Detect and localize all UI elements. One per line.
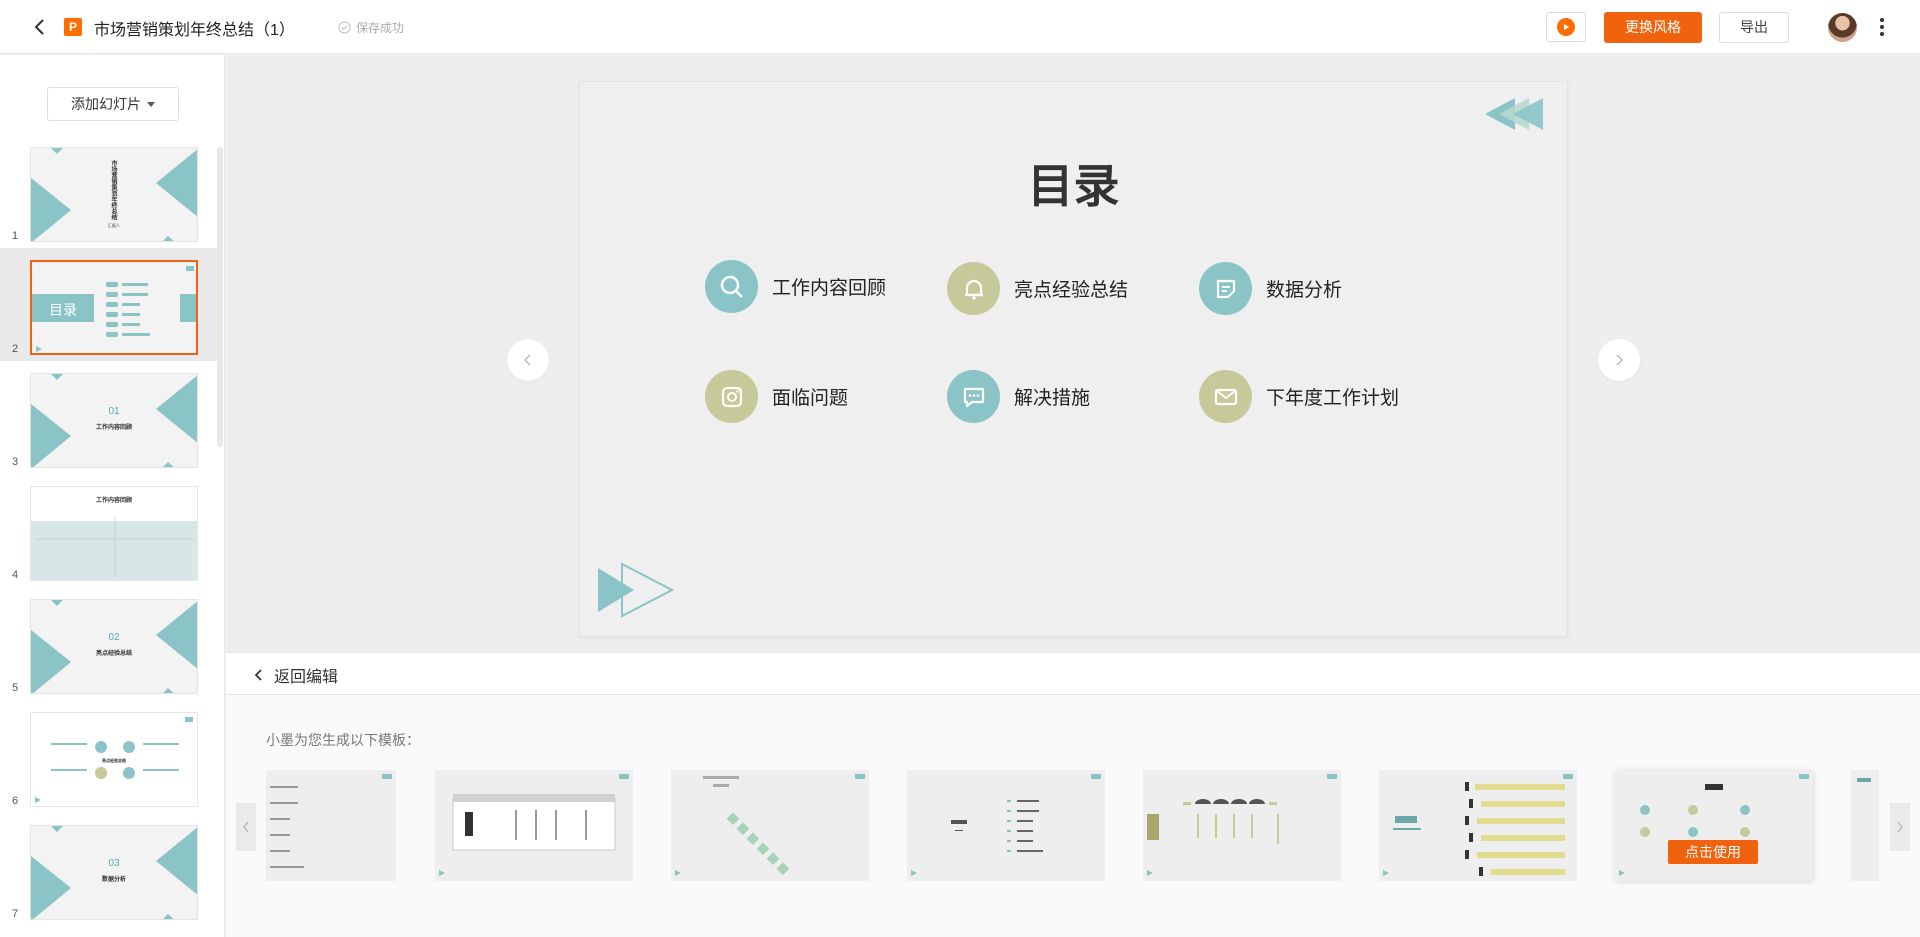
toc-item[interactable]: 亮点经验总结 — [947, 262, 1128, 315]
canvas-area: 目录 工作内容回顾 亮点经验总结 数据分析 面临问题 解决措施 下年度工作计划 — [226, 55, 1920, 652]
templates-next-button[interactable] — [1890, 803, 1910, 851]
mail-icon — [1199, 370, 1252, 423]
note-icon — [1199, 262, 1252, 315]
slide-thumb-row[interactable]: 02 亮点经验总结 5 — [0, 587, 217, 700]
add-slide-label: 添加幻灯片 — [71, 96, 141, 112]
toc-item[interactable]: 工作内容回顾 — [705, 260, 886, 313]
more-menu-icon[interactable] — [1874, 14, 1890, 40]
bell-icon — [947, 262, 1000, 315]
slide-thumb-sub: 亮点经验总结 — [102, 758, 126, 763]
top-bar: P 市场营销策划年终总结（1） 保存成功 更换风格 导出 — [0, 0, 1920, 54]
slide-number: 4 — [12, 569, 19, 581]
play-icon — [1557, 18, 1575, 36]
slide-thumbnail[interactable]: 市场营销策划年终总结 汇报人 — [30, 147, 198, 242]
search-icon — [705, 260, 758, 313]
toc-label: 解决措施 — [1014, 388, 1091, 409]
slide-title[interactable]: 目录 — [580, 150, 1567, 216]
slide-number: 5 — [12, 682, 19, 694]
template-thumbnail[interactable] — [266, 770, 396, 881]
toc-label: 面临问题 — [772, 388, 849, 409]
slide-thumb-sub: 工作内容回顾 — [95, 425, 132, 431]
template-panel: 返回编辑 小墨为您生成以下模板： 点击使用 — [226, 652, 1920, 937]
check-circle-icon — [338, 21, 351, 34]
chevron-right-icon — [1897, 821, 1903, 833]
toc-label: 工作内容回顾 — [772, 278, 887, 299]
avatar[interactable] — [1828, 13, 1857, 42]
next-slide-button[interactable] — [1598, 339, 1640, 381]
slide-thumb-row[interactable]: 01 工作内容回顾 3 — [0, 361, 217, 474]
slide-thumb-sub: 汇报人 — [108, 223, 120, 228]
caret-down-icon — [147, 101, 155, 107]
return-edit-label: 返回编辑 — [274, 669, 339, 686]
slide-thumb-row[interactable]: 03 数据分析 7 — [0, 813, 217, 926]
change-style-button[interactable]: 更换风格 — [1604, 12, 1702, 43]
toc-label: 亮点经验总结 — [1014, 280, 1129, 301]
toc-item[interactable]: 面临问题 — [705, 370, 848, 423]
toc-item[interactable]: 数据分析 — [1199, 262, 1342, 315]
generated-templates-label: 小墨为您生成以下模板： — [266, 732, 420, 748]
toc-item[interactable]: 解决措施 — [947, 370, 1090, 423]
slide-number: 6 — [12, 795, 19, 807]
slide-number: 2 — [12, 343, 19, 355]
sidebar-scrollbar[interactable] — [217, 147, 223, 447]
return-bar: 返回编辑 — [226, 653, 1920, 695]
slide-thumb-title: 03 — [108, 858, 120, 869]
slide-thumbnail[interactable]: 01 工作内容回顾 — [30, 373, 198, 468]
save-status: 保存成功 — [338, 19, 404, 36]
slide-thumb-title: 市场营销策划年终总结 — [110, 160, 116, 220]
toc-item[interactable]: 下年度工作计划 — [1199, 370, 1399, 423]
slide-thumb-title: 02 — [108, 632, 120, 643]
back-arrow-icon[interactable] — [28, 15, 52, 39]
app-logo: P — [64, 18, 82, 36]
prev-slide-button[interactable] — [507, 339, 549, 381]
template-thumbnail[interactable] — [1143, 770, 1341, 881]
add-slide-button[interactable]: 添加幻灯片 — [47, 87, 179, 121]
chevron-left-icon — [254, 669, 262, 681]
slide-thumb-sub: 数据分析 — [101, 877, 126, 883]
document-title[interactable]: 市场营销策划年终总结（1） — [94, 16, 295, 40]
toc-label: 下年度工作计划 — [1266, 388, 1400, 409]
template-thumbnail[interactable] — [1851, 770, 1879, 881]
export-button[interactable]: 导出 — [1719, 12, 1789, 43]
return-edit-button[interactable]: 返回编辑 — [252, 663, 338, 687]
template-thumbnail[interactable] — [671, 770, 869, 881]
slide-thumb-row[interactable]: 亮点经验总结 6 — [0, 700, 217, 813]
slide-thumb-row[interactable]: 目录 2 — [0, 248, 217, 361]
slide-number: 7 — [12, 908, 19, 920]
slide-thumb-row[interactable]: 工作内容回顾 4 — [0, 474, 217, 587]
slide-canvas[interactable]: 目录 工作内容回顾 亮点经验总结 数据分析 面临问题 解决措施 下年度工作计划 — [579, 81, 1568, 637]
slide-thumb-row[interactable]: 市场营销策划年终总结 汇报人 1 — [0, 135, 217, 248]
slide-thumbnail[interactable]: 目录 — [30, 260, 198, 355]
slide-sidebar: 添加幻灯片 市场营销策划年终总结 汇报人 1 目录 2 01 工作内容回顾 3 … — [0, 55, 225, 937]
chat-icon — [947, 370, 1000, 423]
slide-thumb-title: 01 — [108, 406, 120, 417]
triangles-decoration — [1485, 98, 1543, 130]
slide-thumb-sub: 亮点经验总结 — [95, 651, 132, 657]
template-thumbnail[interactable] — [907, 770, 1105, 881]
slide-thumbnail[interactable]: 03 数据分析 — [30, 825, 198, 920]
camera-icon — [705, 370, 758, 423]
slide-thumbnail[interactable]: 02 亮点经验总结 — [30, 599, 198, 694]
templates-prev-button[interactable] — [236, 803, 256, 851]
use-template-button[interactable]: 点击使用 — [1668, 840, 1758, 864]
toc-label: 数据分析 — [1266, 280, 1343, 301]
slide-number: 1 — [12, 230, 19, 242]
template-thumbnail[interactable]: 点击使用 — [1615, 770, 1813, 881]
chevron-right-icon — [1616, 354, 1624, 366]
save-status-text: 保存成功 — [356, 21, 405, 35]
play-button[interactable] — [1546, 12, 1586, 42]
chevron-left-icon — [243, 821, 249, 833]
slide-thumbnail[interactable]: 工作内容回顾 — [30, 486, 198, 581]
chevron-left-icon — [523, 354, 531, 366]
slide-thumbnail[interactable]: 亮点经验总结 — [30, 712, 198, 807]
play-triangles-decoration — [598, 562, 675, 618]
slide-number: 3 — [12, 456, 19, 468]
template-thumbnail[interactable] — [435, 770, 633, 881]
template-thumbnail[interactable] — [1379, 770, 1577, 881]
